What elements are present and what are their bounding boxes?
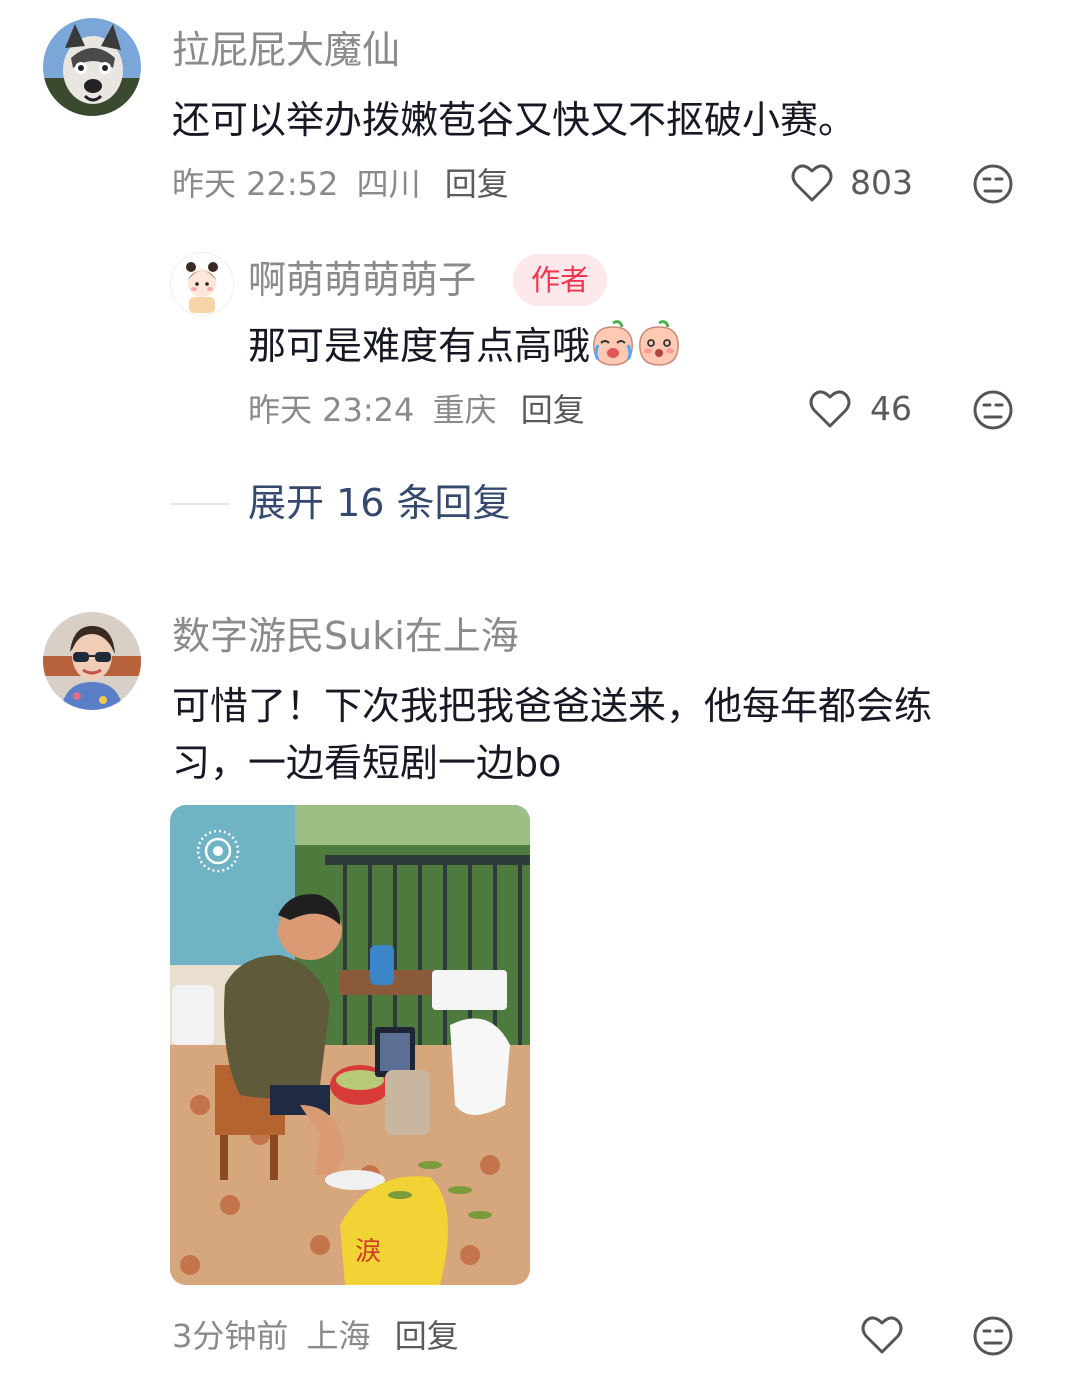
reply-button[interactable]: 回复 bbox=[395, 1317, 459, 1355]
man-shelling-beans-photo-icon: 淚 bbox=[170, 805, 530, 1285]
expand-replies-button[interactable]: 展开 16 条回复 bbox=[248, 481, 511, 525]
shy-peach-emoji-icon bbox=[639, 320, 679, 366]
meh-face-icon bbox=[973, 164, 1013, 204]
reply-text: 那可是难度有点高哦 bbox=[248, 324, 591, 368]
comment-text-line1: 可惜了！下次我把我爸爸送来，他每年都会练 bbox=[172, 684, 933, 728]
reply-time: 昨天 23:24 bbox=[248, 391, 415, 429]
comment-text-line2: 习，一边看短剧一边bo bbox=[172, 741, 562, 785]
comment-meta: 3分钟前 上海 回复 bbox=[172, 1316, 459, 1356]
meh-face-icon bbox=[973, 1316, 1013, 1356]
like-count: 803 bbox=[850, 163, 913, 202]
comment-time: 昨天 22:52 bbox=[172, 165, 339, 203]
reply-like-button[interactable]: 46 bbox=[808, 388, 918, 432]
reply-meta: 昨天 23:24 重庆 回复 bbox=[248, 390, 585, 430]
comment-text: 还可以举办拨嫩苞谷又快又不抠破小赛。 bbox=[172, 98, 857, 142]
like-button[interactable] bbox=[860, 1314, 904, 1358]
comment-time: 3分钟前 bbox=[172, 1317, 289, 1355]
like-button[interactable]: 803 bbox=[790, 162, 920, 206]
husky-dog-avatar-icon bbox=[43, 18, 141, 116]
reply-avatar[interactable] bbox=[170, 252, 234, 316]
reply-text-row: 那可是难度有点高哦 bbox=[248, 318, 682, 374]
live-photo-icon bbox=[196, 829, 240, 873]
heart-icon bbox=[809, 390, 851, 428]
heart-icon bbox=[861, 1316, 903, 1354]
dislike-button[interactable] bbox=[972, 163, 1014, 205]
avatar[interactable] bbox=[43, 612, 141, 710]
meh-face-icon bbox=[973, 390, 1013, 430]
comment-meta: 昨天 22:52 四川 回复 bbox=[172, 164, 509, 204]
reply-username[interactable]: 啊萌萌萌萌子 bbox=[248, 258, 476, 302]
woman-sunglasses-avatar-icon bbox=[43, 612, 141, 710]
svg-text:淚: 淚 bbox=[355, 1237, 381, 1267]
comment-location: 上海 bbox=[306, 1317, 371, 1355]
reply-dislike-button[interactable] bbox=[972, 389, 1014, 431]
heart-icon bbox=[791, 164, 833, 202]
comment-location: 四川 bbox=[356, 165, 421, 203]
comment-photo[interactable]: 淚 bbox=[170, 805, 530, 1285]
reply-location: 重庆 bbox=[432, 391, 497, 429]
cartoon-girl-avatar-icon bbox=[171, 253, 233, 315]
expand-divider bbox=[170, 503, 230, 505]
author-badge: 作者 bbox=[513, 254, 608, 306]
comment-username[interactable]: 拉屁屁大魔仙 bbox=[172, 28, 400, 72]
avatar[interactable] bbox=[43, 18, 141, 116]
dislike-button[interactable] bbox=[972, 1315, 1014, 1357]
comment-username[interactable]: 数字游民Suki在上海 bbox=[172, 614, 519, 658]
reply-button[interactable]: 回复 bbox=[521, 391, 585, 429]
reply-like-count: 46 bbox=[870, 389, 912, 428]
reply-button[interactable]: 回复 bbox=[445, 165, 509, 203]
crying-peach-emoji-icon bbox=[593, 320, 633, 366]
